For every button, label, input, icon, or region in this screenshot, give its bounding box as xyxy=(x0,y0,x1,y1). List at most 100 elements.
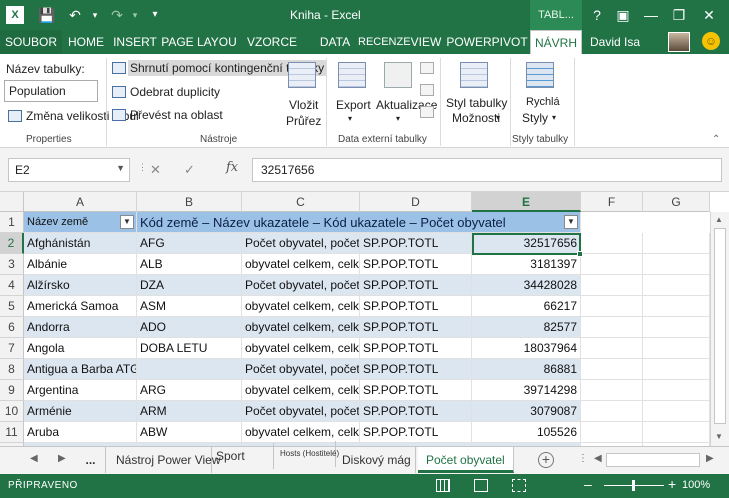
filter-dropdown-icon[interactable]: ▼ xyxy=(564,215,578,229)
cell-b[interactable]: ADO xyxy=(137,317,242,338)
zoom-slider-knob[interactable] xyxy=(632,480,635,491)
cell-a[interactable]: Albánie xyxy=(24,254,137,275)
cell-b[interactable]: ABW xyxy=(137,422,242,443)
cell-c[interactable]: obyvatel celkem, celkem xyxy=(242,296,360,317)
name-box[interactable]: E2 ▼ xyxy=(8,158,130,182)
confirm-formula-icon[interactable]: ✓ xyxy=(184,162,195,178)
cell-e[interactable]: 39714298 xyxy=(472,380,581,401)
fill-handle[interactable] xyxy=(577,251,583,257)
refresh-dropdown-icon[interactable]: ▾ xyxy=(396,114,400,123)
undo-dropdown-icon[interactable]: ▾ xyxy=(86,6,104,24)
cell-d[interactable]: SP.POP.TOTL xyxy=(360,275,472,296)
tab-data[interactable]: DATA xyxy=(316,30,354,54)
table-style-options-label[interactable]: Styl tabulky xyxy=(446,96,507,110)
tab-soubor[interactable]: SOUBOR xyxy=(0,30,62,54)
customize-toolbar-icon[interactable]: ▾ xyxy=(146,6,164,24)
avatar[interactable] xyxy=(668,32,690,52)
sheet-prev-icon[interactable]: ◀ xyxy=(30,453,38,464)
user-name[interactable]: David Isa xyxy=(590,30,640,54)
tab-view[interactable]: VIEW xyxy=(410,30,442,54)
convert-range-button[interactable]: Převést na oblast xyxy=(130,108,223,122)
cell-e[interactable]: 105526 xyxy=(472,422,581,443)
row-header[interactable]: 8 xyxy=(0,359,24,380)
row-header[interactable]: 5 xyxy=(0,296,24,317)
vertical-scrollbar[interactable]: ▲ ▼ xyxy=(710,212,729,446)
cell-e[interactable]: 34428028 xyxy=(472,275,581,296)
cell-c[interactable]: obyvatel celkem, celkem xyxy=(242,338,360,359)
cell-c[interactable]: Počet obyvatel, počet xyxy=(242,233,360,254)
save-icon[interactable]: 💾 xyxy=(38,6,56,24)
quick-styles-label[interactable]: Rychlá xyxy=(526,96,560,108)
cell-g[interactable] xyxy=(643,317,710,338)
cell-f[interactable] xyxy=(581,317,643,338)
tab-home[interactable]: HOME xyxy=(64,30,108,54)
cell-g[interactable] xyxy=(643,296,710,317)
cell-f[interactable] xyxy=(581,401,643,422)
cell-d[interactable]: SP.POP.TOTL xyxy=(360,401,472,422)
hscroll-right-icon[interactable]: ▶ xyxy=(706,453,714,464)
column-header-d[interactable]: D xyxy=(360,192,472,212)
cancel-formula-icon[interactable]: ✕ xyxy=(150,162,161,178)
zoom-out-icon[interactable]: – xyxy=(584,476,592,492)
column-header-e[interactable]: E xyxy=(472,192,581,212)
slicer-icon[interactable] xyxy=(288,62,316,88)
sheet-tab-diskovy-mag[interactable]: Diskový mág xyxy=(336,447,416,473)
tab-navrh[interactable]: NÁVRH xyxy=(530,30,582,54)
cell-b[interactable]: ALB xyxy=(137,254,242,275)
cell-f[interactable] xyxy=(581,380,643,401)
cell-a[interactable]: Arménie xyxy=(24,401,137,422)
cell-f[interactable] xyxy=(581,422,643,443)
sheet-tab-sport[interactable]: Sport xyxy=(212,443,274,469)
collapse-ribbon-icon[interactable]: ⌃ xyxy=(712,134,720,145)
sheet-tab-pocet-obyvatel[interactable]: Počet obyvatel xyxy=(418,447,514,473)
row-header[interactable]: 7 xyxy=(0,338,24,359)
cell-a[interactable]: Afghánistán xyxy=(24,233,137,254)
cell-g[interactable] xyxy=(643,254,710,275)
zoom-in-icon[interactable]: + xyxy=(668,476,676,492)
cell-b[interactable]: ARG xyxy=(137,380,242,401)
cell-b[interactable]: ARM xyxy=(137,401,242,422)
cell-c[interactable]: Počet obyvatel, počet xyxy=(242,401,360,422)
column-header-b[interactable]: B xyxy=(137,192,242,212)
tab-powerpivot[interactable]: POWERPIVOT xyxy=(446,30,528,54)
row-header[interactable]: 6 xyxy=(0,317,24,338)
quick-styles-dropdown-icon[interactable]: ▾ xyxy=(552,113,556,122)
sheet-tab-hosts[interactable]: Hosts (Hostitelé) xyxy=(280,441,339,467)
select-all-corner[interactable] xyxy=(0,192,24,212)
scrollbar-thumb[interactable] xyxy=(714,228,726,424)
add-sheet-button[interactable]: + xyxy=(538,452,554,468)
cell-g[interactable] xyxy=(643,233,710,254)
table-style-options-icon[interactable] xyxy=(460,62,488,88)
cell-d[interactable]: SP.POP.TOTL xyxy=(360,296,472,317)
cell-c[interactable]: Počet obyvatel, počet xyxy=(242,359,360,380)
refresh-icon[interactable] xyxy=(384,62,412,88)
redo-icon[interactable]: ↷ xyxy=(108,6,126,24)
cell-b[interactable]: ASM xyxy=(137,296,242,317)
cell-e[interactable]: 32517656 xyxy=(472,233,581,254)
quick-styles-icon[interactable] xyxy=(526,62,554,88)
cell-d[interactable]: SP.POP.TOTL xyxy=(360,422,472,443)
tab-page-layout[interactable]: PAGE LAYOU xyxy=(160,30,238,54)
cell-g[interactable] xyxy=(643,338,710,359)
cell-e[interactable]: 18037964 xyxy=(472,338,581,359)
worksheet-grid[interactable]: A B C D E F G 1 Název země ▼ Kód země – … xyxy=(0,192,729,464)
row-header[interactable]: 4 xyxy=(0,275,24,296)
sheet-next-icon[interactable]: ▶ xyxy=(58,453,66,464)
insert-function-icon[interactable]: fx xyxy=(226,160,238,175)
normal-view-icon[interactable] xyxy=(436,479,450,492)
row-header[interactable]: 1 xyxy=(0,212,24,233)
cell-f[interactable] xyxy=(581,359,643,380)
tab-split-handle[interactable]: ⋮ xyxy=(578,453,588,464)
remove-duplicates-button[interactable]: Odebrat duplicity xyxy=(130,85,220,99)
undo-icon[interactable]: ↶ xyxy=(66,6,84,24)
cell-d[interactable]: SP.POP.TOTL xyxy=(360,338,472,359)
cell-d[interactable]: SP.POP.TOTL xyxy=(360,380,472,401)
table-name-input[interactable] xyxy=(4,80,98,102)
cell-c[interactable]: obyvatel celkem, celkem xyxy=(242,317,360,338)
open-browser-icon[interactable] xyxy=(420,84,434,96)
scroll-up-icon[interactable]: ▲ xyxy=(715,215,723,224)
cell-a[interactable]: Argentina xyxy=(24,380,137,401)
cell-b[interactable]: DOBA LETU xyxy=(137,338,242,359)
page-break-view-icon[interactable] xyxy=(512,479,526,492)
cell-e[interactable]: 3079087 xyxy=(472,401,581,422)
